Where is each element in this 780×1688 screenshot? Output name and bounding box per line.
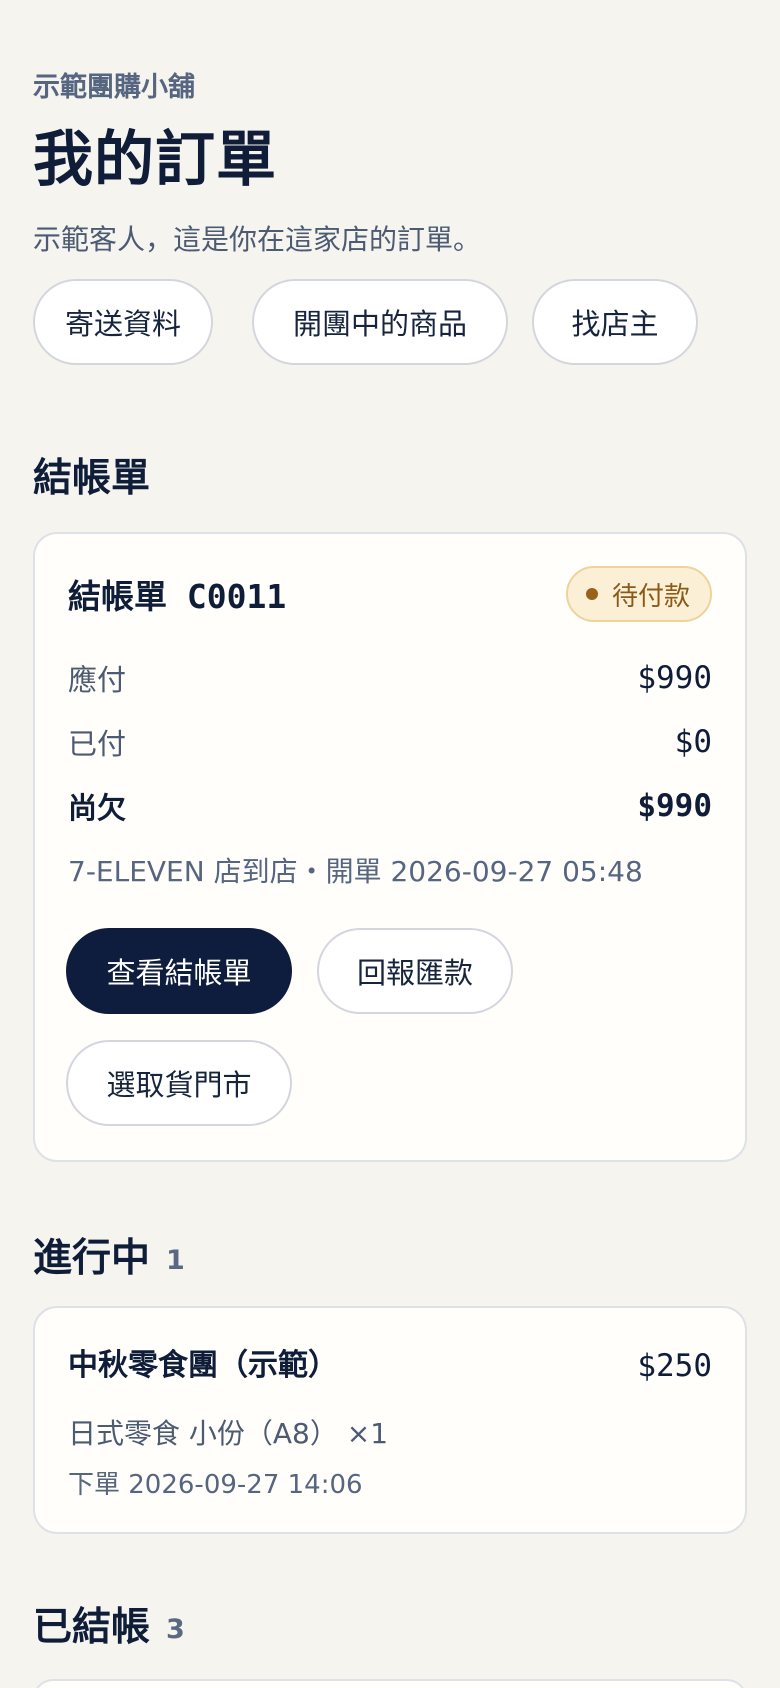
in-progress-label: 進行中 [33,1236,151,1281]
report-payment-button[interactable]: 回報匯款 [317,928,513,1014]
status-dot-icon [585,588,598,600]
balance-row: 尚欠 $990 [68,784,712,828]
amount-due-row: 應付 $990 [68,656,712,700]
checkout-card: 結帳單 C0011 待付款 應付 $990 已付 $0 尚欠 $990 7-EL… [33,532,747,1162]
settled-label: 已結帳 [33,1605,151,1650]
in-progress-count: 1 [166,1245,185,1276]
checkout-section-title: 結帳單 [33,452,150,506]
order-item: 日式零食 小份（A8） ×1 [68,1417,389,1450]
order-price: $250 [637,1348,712,1384]
select-pickup-store-button[interactable]: 選取貨門市 [66,1040,292,1126]
order-card[interactable]: 中秋零食團（示範） $250 日式零食 小份（A8） ×1 下單 2026-09… [33,1306,747,1534]
balance-value: $990 [637,788,712,824]
view-checkout-button[interactable]: 查看結帳單 [66,928,292,1014]
checkout-section-label: 結帳單 [33,456,151,501]
contact-owner-button[interactable]: 找店主 [532,279,698,365]
status-badge: 待付款 [565,566,712,622]
settled-order-card-partial[interactable] [33,1679,747,1688]
settled-section-title: 已結帳 3 [33,1601,185,1657]
page-title: 我的訂單 [33,125,277,195]
order-time: 下單 2026-09-27 14:06 [68,1470,363,1500]
shop-name: 示範團購小舖 [33,72,195,103]
in-progress-section-title: 進行中 1 [33,1232,185,1288]
shipping-info-button[interactable]: 寄送資料 [33,279,213,365]
amount-paid-value: $0 [674,724,712,760]
balance-label: 尚欠 [68,791,127,825]
checkout-card-title: 結帳單 C0011 [68,574,286,620]
checkout-id: 結帳單 C0011 [68,577,287,616]
open-group-products-button[interactable]: 開團中的商品 [252,279,508,365]
page-subtitle: 示範客人，這是你在這家店的訂單。 [33,223,482,256]
checkout-meta: 7-ELEVEN 店到店・開單 2026-09-27 05:48 [68,855,643,888]
amount-due-value: $990 [637,660,712,696]
order-title: 中秋零食團（示範） [68,1348,338,1383]
amount-paid-row: 已付 $0 [68,720,712,764]
status-label: 待付款 [611,581,690,612]
my-orders-page: 示範團購小舖 我的訂單 示範客人，這是你在這家店的訂單。 寄送資料 開團中的商品… [0,0,780,1688]
amount-due-label: 應付 [68,663,127,697]
amount-paid-label: 已付 [68,727,127,761]
settled-count: 3 [166,1614,185,1645]
